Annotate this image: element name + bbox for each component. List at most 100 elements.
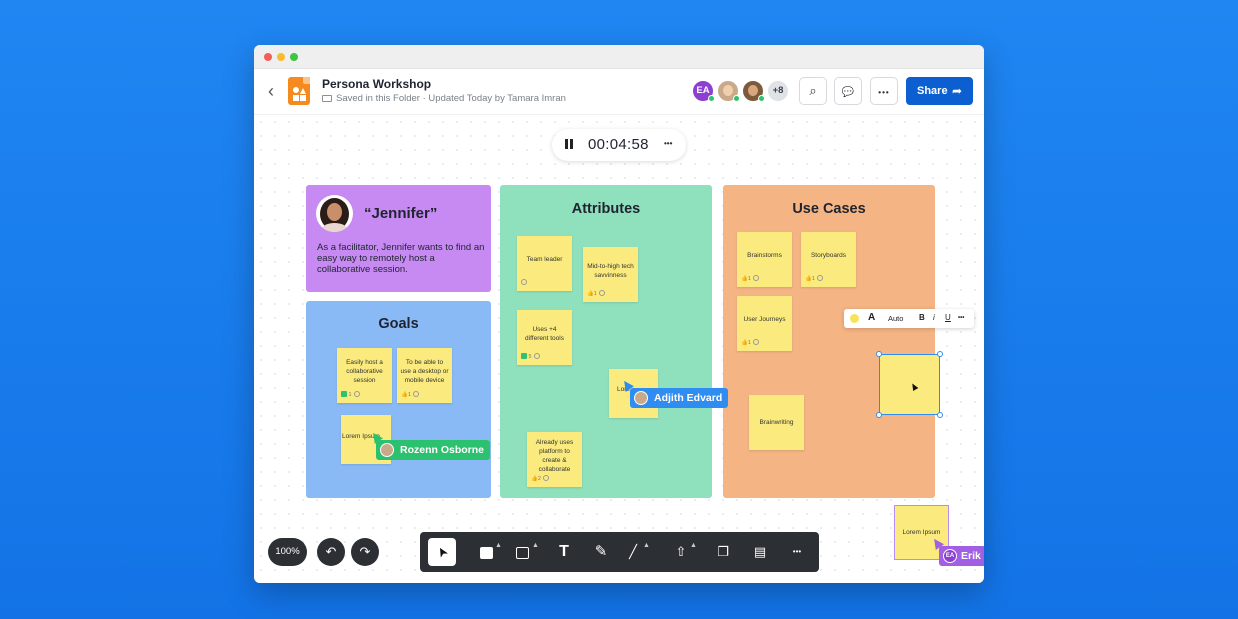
online-status-icon (758, 95, 765, 102)
pointer-icon: ➤ (432, 543, 451, 561)
sticky-note-icon (479, 546, 493, 559)
reaction-icon (752, 339, 759, 345)
reaction-icon (353, 391, 360, 397)
goals-panel[interactable]: Goals Easily host a collaborative sessio… (306, 301, 491, 498)
more-format-icon[interactable]: ••• (958, 315, 964, 321)
italic-button[interactable]: i (933, 313, 935, 322)
chevron-up-icon[interactable]: ▲ (643, 542, 650, 549)
avatar-collaborator-1[interactable] (716, 79, 740, 103)
resize-handle[interactable] (876, 351, 882, 357)
more-options-button[interactable]: ••• (870, 77, 898, 105)
comment-tool-button[interactable]: ❐ (709, 538, 737, 566)
whiteboard-canvas[interactable]: 00:04:58 ••• “Jennifer” As a facilitator… (254, 115, 984, 583)
sticky-note[interactable]: Storyboards 👍1 (801, 232, 856, 287)
more-collaborators-badge[interactable]: +8 (766, 79, 790, 103)
session-timer: 00:04:58 ••• (552, 129, 686, 161)
text-tool-button[interactable]: T (550, 538, 578, 566)
sticky-note[interactable]: To be able to use a desktop or mobile de… (397, 348, 452, 403)
timer-more-icon[interactable]: ••• (664, 139, 672, 148)
sticky-note[interactable]: Brainstorms 👍1 (737, 232, 792, 287)
use-cases-panel[interactable]: Use Cases Brainstorms 👍1 Storyboards 👍1 … (723, 185, 935, 498)
sticky-note[interactable]: Already uses platform to create & collab… (527, 432, 582, 487)
zoom-level-button[interactable]: 100% (268, 538, 307, 566)
share-button[interactable]: Share ➦ (906, 77, 973, 105)
pause-icon[interactable] (564, 139, 574, 151)
close-window-icon[interactable] (264, 53, 272, 61)
minimize-window-icon[interactable] (277, 53, 285, 61)
use-cases-title: Use Cases (792, 201, 866, 217)
window-titlebar (254, 45, 984, 69)
sticky-text: Already uses platform to create & collab… (535, 438, 574, 473)
chevron-up-icon[interactable]: ▲ (690, 542, 697, 549)
sticky-note[interactable]: Team leader (517, 236, 572, 291)
sticky-text: Team leader (526, 256, 563, 263)
sticky-text: Storyboards (810, 252, 847, 259)
redo-button[interactable]: ↷ (351, 538, 379, 566)
pen-tool-button[interactable]: ✎ (587, 538, 615, 566)
sticky-note[interactable]: Uses +4 different tools 5 (517, 310, 572, 365)
rozenn-avatar (380, 443, 394, 457)
sticky-note[interactable]: Brainwriting (749, 395, 804, 450)
rozenn-cursor-label: Rozenn Osborne (376, 440, 491, 460)
document-title[interactable]: Persona Workshop (322, 77, 431, 91)
doc-location[interactable]: Saved in this Folder (336, 93, 420, 104)
check-icon (341, 391, 347, 397)
top-bar: ‹ Persona Workshop Saved in this Folder … (254, 69, 984, 115)
erik-name: Erik (961, 550, 981, 562)
sticky-text: Uses +4 different tools (525, 325, 564, 342)
adjith-avatar (634, 391, 648, 405)
resize-handle[interactable] (937, 351, 943, 357)
comment-icon: 💬 (841, 87, 855, 98)
chevron-left-icon[interactable]: ‹ (264, 81, 278, 101)
sticky-meta: 👍1 (401, 391, 419, 399)
sticky-meta: 5 (521, 353, 540, 361)
font-size-select[interactable]: Auto (888, 314, 903, 323)
erik-cursor-label: EA Erik (939, 546, 984, 566)
online-status-icon (708, 95, 715, 102)
line-icon: ╱ (629, 544, 637, 559)
reaction-icon (752, 275, 759, 281)
resize-handle[interactable] (876, 412, 882, 418)
sticky-meta: 👍1 (741, 275, 759, 283)
rozenn-name: Rozenn Osborne (400, 444, 485, 456)
whiteboard-doc-icon (288, 77, 310, 105)
avatar-ea[interactable]: EA (691, 79, 715, 103)
sticky-note[interactable]: Mid-to-high tech savvinness 👍1 (583, 247, 638, 302)
avatar-initials: EA (696, 85, 710, 96)
sticky-meta: 👍1 (741, 339, 759, 347)
persona-panel[interactable]: “Jennifer” As a facilitator, Jennifer wa… (306, 185, 491, 292)
reaction-icon (598, 290, 605, 296)
resize-handle[interactable] (937, 412, 943, 418)
sticky-note[interactable]: User Journeys 👍1 (737, 296, 792, 351)
selected-sticky-note[interactable] (876, 351, 943, 418)
reaction-icon (542, 475, 549, 481)
adjith-name: Adjith Edvard (654, 392, 723, 404)
layout-tool-button[interactable]: ▤ (746, 538, 774, 566)
adjith-cursor-label: Adjith Edvard (630, 388, 729, 408)
select-tool-button[interactable]: ➤ (428, 538, 456, 566)
font-icon[interactable]: A (868, 312, 875, 323)
underline-button[interactable]: U (945, 313, 951, 322)
avatar-collaborator-2[interactable] (741, 79, 765, 103)
text-format-toolbar: A Auto B i U ••• (844, 309, 974, 328)
folder-icon (322, 95, 332, 102)
bold-button[interactable]: B (919, 313, 925, 322)
undo-icon: ↶ (325, 544, 337, 559)
search-button[interactable]: ⌕ (799, 77, 827, 105)
chevron-up-icon[interactable]: ▲ (532, 542, 539, 549)
goals-title: Goals (378, 316, 419, 332)
more-icon: ••• (878, 88, 890, 97)
mouse-pointer-icon (909, 381, 919, 392)
sticky-note[interactable]: Easily host a collaborative session 1 (337, 348, 392, 403)
attributes-panel[interactable]: Attributes Team leader Mid-to-high tech … (500, 185, 712, 498)
erik-avatar: EA (943, 549, 957, 563)
maximize-window-icon[interactable] (290, 53, 298, 61)
more-tools-button[interactable]: ••• (783, 538, 811, 566)
undo-button[interactable]: ↶ (317, 538, 345, 566)
creation-toolbar: ➤ ▲ ▲ T ✎ ╱ ▲ ⇧ ▲ ❐ ▤ ••• (420, 532, 819, 572)
reaction-icon (521, 279, 527, 285)
comments-button[interactable]: 💬 (834, 77, 862, 105)
chevron-up-icon[interactable]: ▲ (495, 542, 502, 549)
color-picker-icon[interactable] (850, 314, 859, 323)
reaction-icon (533, 353, 540, 359)
